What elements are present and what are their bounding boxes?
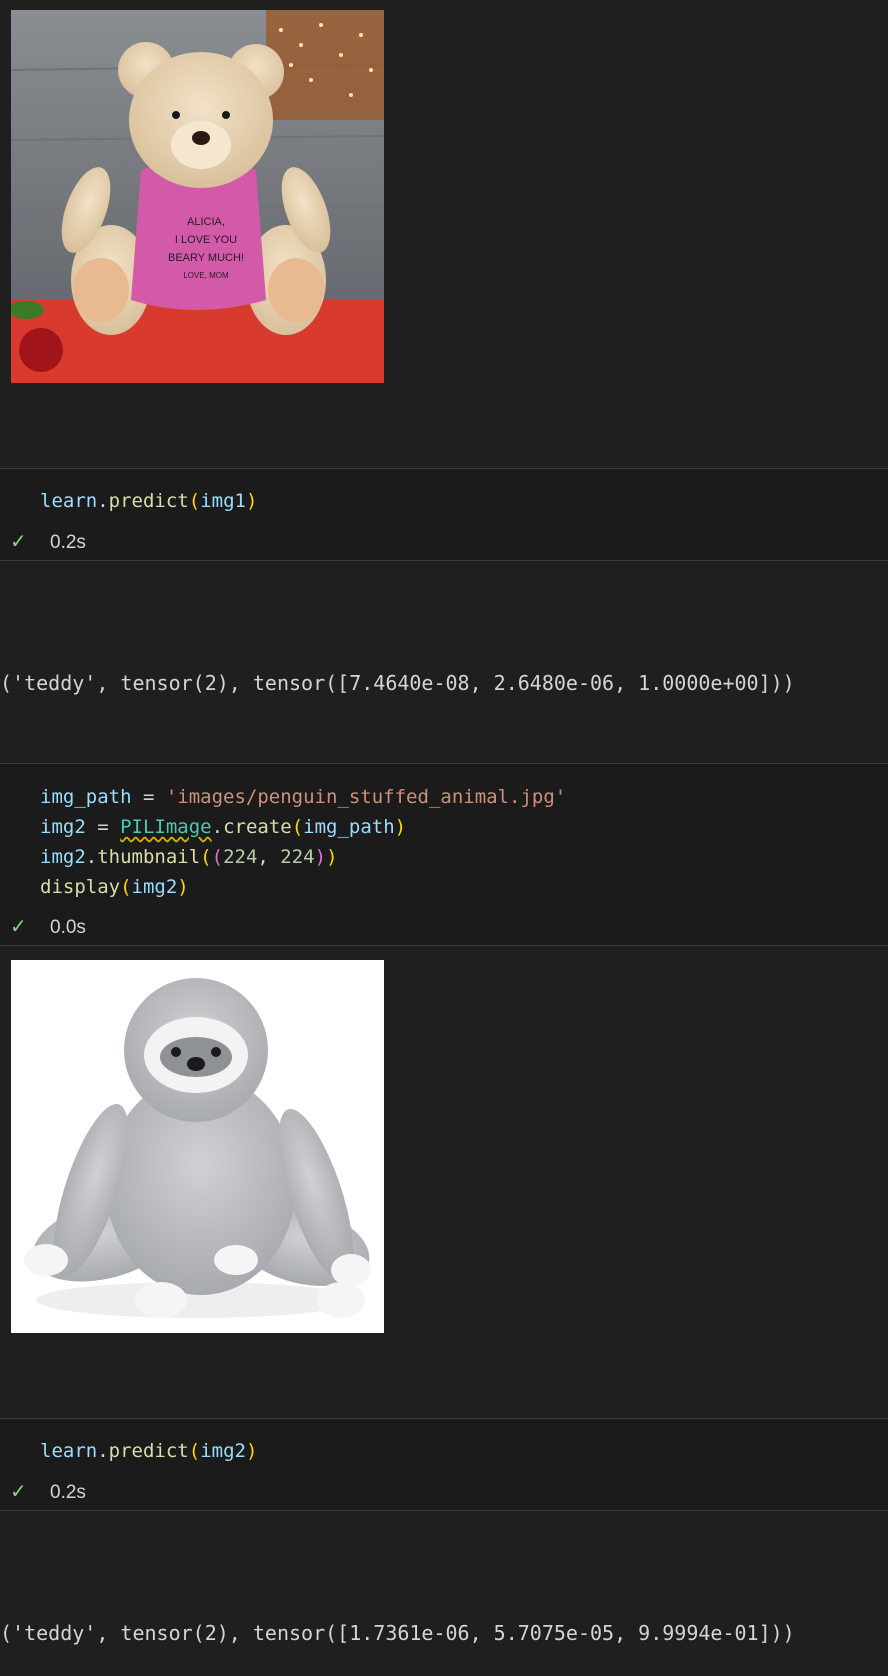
code-line[interactable]: img_path = 'images/penguin_stuffed_anima…	[40, 782, 566, 812]
shirt-line-3: BEARY MUCH!	[168, 252, 244, 264]
cell-divider	[0, 945, 888, 946]
sloth-plush-image	[11, 960, 384, 1333]
execution-time: 0.2s	[50, 532, 86, 553]
shirt-line-2: I LOVE YOU	[175, 234, 237, 246]
shirt-line-1: ALICIA,	[187, 216, 225, 228]
execution-time: 0.0s	[50, 917, 86, 938]
cell-divider	[0, 1510, 888, 1511]
code-line[interactable]: img2.thumbnail((224, 224))	[40, 842, 338, 872]
code-cell-predict-img1[interactable]: learn.predict(img1) ✓ 0.2s	[0, 469, 888, 560]
cell-divider	[0, 560, 888, 561]
checkmark-icon: ✓	[10, 914, 27, 938]
checkmark-icon: ✓	[10, 1479, 27, 1503]
code-line[interactable]: display(img2)	[40, 872, 189, 902]
code-cell-load-image[interactable]: img_path = 'images/penguin_stuffed_anima…	[0, 764, 888, 945]
shirt-line-4: LOVE, MOM	[183, 271, 229, 280]
checkmark-icon: ✓	[10, 529, 27, 553]
execution-status: ✓ 0.2s	[10, 526, 86, 558]
execution-time: 0.2s	[50, 1482, 86, 1503]
execution-status: ✓ 0.0s	[10, 911, 86, 943]
code-line[interactable]: learn.predict(img1)	[40, 486, 257, 516]
code-cell-predict-img2[interactable]: learn.predict(img2) ✓ 0.2s	[0, 1419, 888, 1510]
prediction-output-2: ('teddy', tensor(2), tensor([1.7361e-06,…	[0, 1621, 795, 1645]
code-line[interactable]: learn.predict(img2)	[40, 1436, 257, 1466]
execution-status: ✓ 0.2s	[10, 1476, 86, 1508]
code-line[interactable]: img2 = PILImage.create(img_path)	[40, 812, 406, 842]
prediction-output-1: ('teddy', tensor(2), tensor([7.4640e-08,…	[0, 671, 795, 695]
teddy-bear-image: ALICIA, I LOVE YOU BEARY MUCH! LOVE, MOM	[11, 10, 384, 383]
